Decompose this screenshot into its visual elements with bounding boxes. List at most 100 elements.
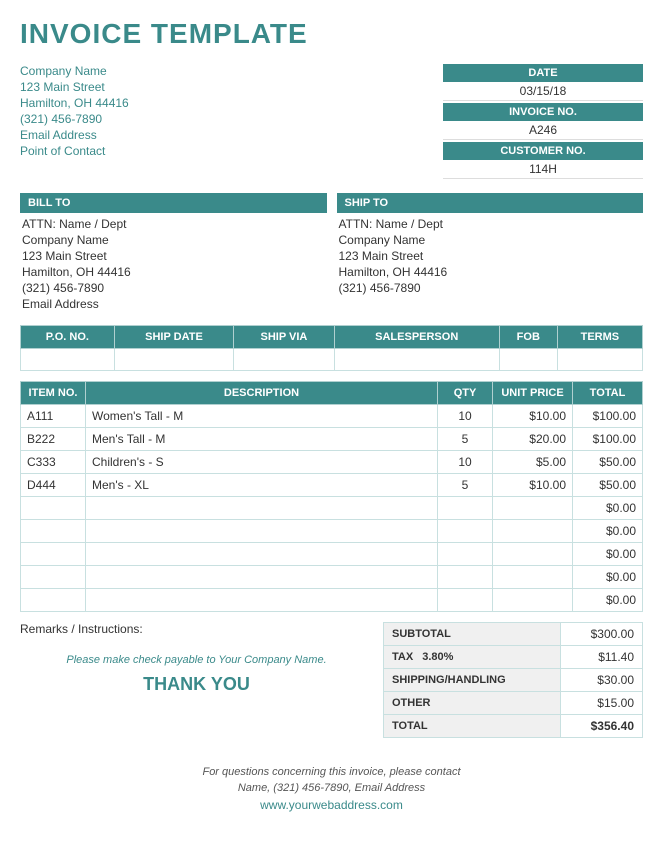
fob-cell (499, 349, 557, 371)
po-no-header: P.O. NO. (21, 326, 115, 349)
footer-website: www.yourwebaddress.com (20, 798, 643, 812)
unit-price-header: UNIT PRICE (493, 382, 573, 405)
total-cell: $50.00 (573, 474, 643, 497)
total-cell: $100.00 (573, 428, 643, 451)
desc-cell: Children's - S (86, 451, 438, 474)
footer-contact-line1: For questions concerning this invoice, p… (20, 766, 643, 778)
total-cell: $0.00 (573, 589, 643, 612)
total-cell: $0.00 (573, 497, 643, 520)
total-row: TOTAL $356.40 (384, 715, 643, 738)
desc-cell (86, 497, 438, 520)
item-no-cell: D444 (21, 474, 86, 497)
tax-rate: 3.80% (422, 651, 453, 663)
items-row-6: $0.00 (21, 543, 643, 566)
salesperson-cell (334, 349, 499, 371)
items-header-row: ITEM NO. DESCRIPTION QTY UNIT PRICE TOTA… (21, 382, 643, 405)
payment-note: Please make check payable to Your Compan… (20, 654, 373, 666)
unit-cell (493, 520, 573, 543)
ship-to-header: SHIP TO (337, 193, 644, 213)
thank-you: THANK YOU (20, 674, 373, 695)
bill-to-phone: (321) 456-7890 (20, 281, 327, 295)
address-section: BILL TO ATTN: Name / Dept Company Name 1… (20, 193, 643, 313)
items-row-8: $0.00 (21, 589, 643, 612)
item-no-cell: C333 (21, 451, 86, 474)
company-contact: Point of Contact (20, 144, 129, 158)
desc-cell: Women's Tall - M (86, 405, 438, 428)
desc-cell: Men's - XL (86, 474, 438, 497)
desc-cell (86, 520, 438, 543)
bill-to-company: Company Name (20, 233, 327, 247)
total-cell: $0.00 (573, 543, 643, 566)
item-no-cell (21, 543, 86, 566)
total-cell: $0.00 (573, 566, 643, 589)
salesperson-header: SALESPERSON (334, 326, 499, 349)
items-row-5: $0.00 (21, 520, 643, 543)
date-value: 03/15/18 (443, 82, 643, 101)
bill-to-header: BILL TO (20, 193, 327, 213)
ship-to-city: Hamilton, OH 44416 (337, 265, 644, 279)
total-value: $356.40 (561, 715, 643, 738)
items-table: ITEM NO. DESCRIPTION QTY UNIT PRICE TOTA… (20, 381, 643, 612)
unit-cell (493, 566, 573, 589)
date-row: DATE 03/15/18 (443, 64, 643, 101)
qty-cell: 10 (438, 451, 493, 474)
qty-cell (438, 566, 493, 589)
other-label: OTHER (384, 692, 561, 715)
company-city: Hamilton, OH 44416 (20, 96, 129, 110)
items-row-1: B222 Men's Tall - M 5 $20.00 $100.00 (21, 428, 643, 451)
qty-cell (438, 589, 493, 612)
unit-cell: $10.00 (493, 474, 573, 497)
customer-value: 114H (443, 160, 643, 179)
unit-cell (493, 497, 573, 520)
unit-cell: $10.00 (493, 405, 573, 428)
ship-via-cell (234, 349, 334, 371)
ship-to-company: Company Name (337, 233, 644, 247)
shipping-row: SHIPPING/HANDLING $30.00 (384, 669, 643, 692)
qty-cell (438, 497, 493, 520)
bill-to-block: BILL TO ATTN: Name / Dept Company Name 1… (20, 193, 327, 313)
total-cell: $100.00 (573, 405, 643, 428)
company-email: Email Address (20, 128, 129, 142)
unit-cell: $20.00 (493, 428, 573, 451)
terms-header: TERMS (557, 326, 642, 349)
unit-cell (493, 543, 573, 566)
customer-row: CUSTOMER NO. 114H (443, 142, 643, 179)
company-name: Company Name (20, 64, 129, 78)
item-no-cell (21, 497, 86, 520)
bill-to-attn: ATTN: Name / Dept (20, 217, 327, 231)
ship-date-cell (114, 349, 234, 371)
po-no-cell (21, 349, 115, 371)
bill-to-street: 123 Main Street (20, 249, 327, 263)
unit-cell (493, 589, 573, 612)
total-label: TOTAL (384, 715, 561, 738)
page-title: INVOICE TEMPLATE (20, 18, 643, 50)
bill-to-email: Email Address (20, 297, 327, 311)
item-no-cell (21, 520, 86, 543)
footer-contact-line2: Name, (321) 456-7890, Email Address (20, 782, 643, 794)
invoice-value: A246 (443, 121, 643, 140)
total-cell: $50.00 (573, 451, 643, 474)
tax-row: TAX 3.80% $11.40 (384, 646, 643, 669)
desc-cell (86, 543, 438, 566)
description-header: DESCRIPTION (86, 382, 438, 405)
bill-to-city: Hamilton, OH 44416 (20, 265, 327, 279)
qty-cell (438, 543, 493, 566)
date-label: DATE (443, 64, 643, 82)
desc-cell: Men's Tall - M (86, 428, 438, 451)
shipping-value: $30.00 (561, 669, 643, 692)
total-cell: $0.00 (573, 520, 643, 543)
footer: For questions concerning this invoice, p… (20, 766, 643, 812)
customer-label: CUSTOMER NO. (443, 142, 643, 160)
ship-to-attn: ATTN: Name / Dept (337, 217, 644, 231)
po-table: P.O. NO. SHIP DATE SHIP VIA SALESPERSON … (20, 325, 643, 371)
unit-cell: $5.00 (493, 451, 573, 474)
subtotal-label: SUBTOTAL (384, 623, 561, 646)
remarks-section: Remarks / Instructions: Please make chec… (20, 622, 383, 748)
invoice-label: INVOICE NO. (443, 103, 643, 121)
tax-value: $11.40 (561, 646, 643, 669)
invoice-row: INVOICE NO. A246 (443, 103, 643, 140)
qty-cell: 5 (438, 474, 493, 497)
items-row-0: A111 Women's Tall - M 10 $10.00 $100.00 (21, 405, 643, 428)
other-value: $15.00 (561, 692, 643, 715)
company-info: Company Name 123 Main Street Hamilton, O… (20, 64, 129, 181)
